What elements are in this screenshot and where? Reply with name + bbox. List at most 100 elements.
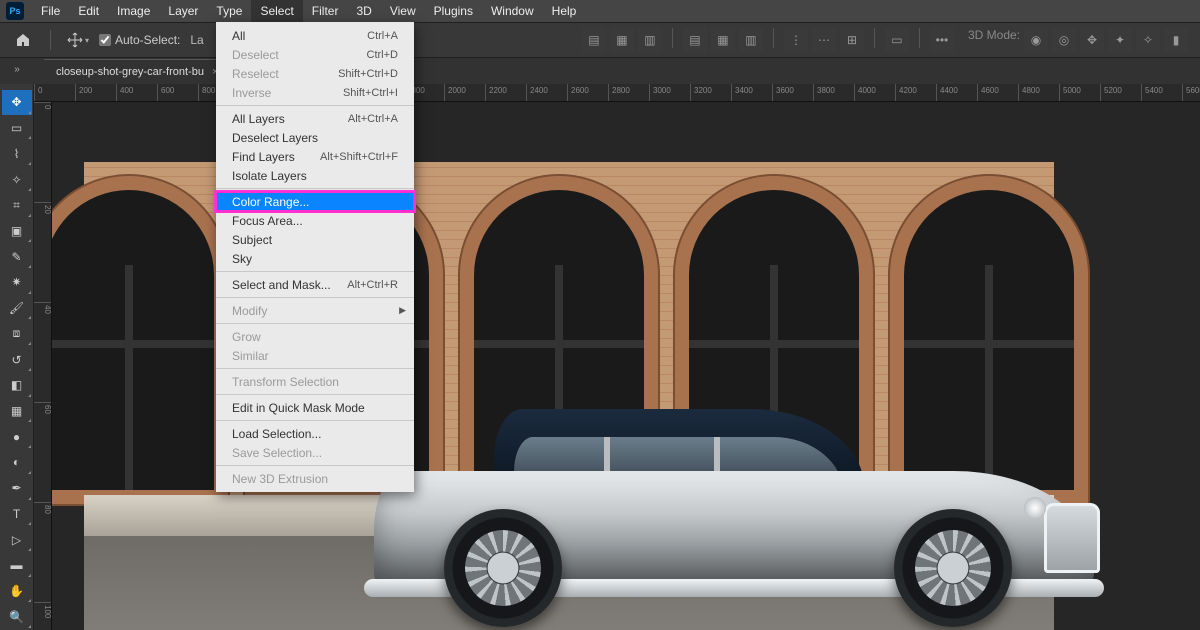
menuitem-shortcut: Ctrl+A — [367, 30, 398, 42]
align-vcenter-icon[interactable]: ▦ — [711, 28, 735, 52]
menuitem-focus-area[interactable]: Focus Area... — [216, 211, 414, 230]
3d-slide-icon[interactable]: ✦ — [1108, 28, 1132, 52]
menu-select[interactable]: Select — [251, 0, 302, 22]
tool-wand[interactable]: ✧ — [2, 167, 32, 192]
menuitem-select-and-mask[interactable]: Select and Mask...Alt+Ctrl+R — [216, 275, 414, 294]
menu-view[interactable]: View — [381, 0, 425, 22]
document-tab[interactable]: closeup-shot-grey-car-front-bu × — [44, 59, 230, 84]
ruler-tick: 3800 — [813, 84, 835, 102]
menu-edit[interactable]: Edit — [69, 0, 108, 22]
align-mode-icon[interactable]: ▭ — [885, 28, 909, 52]
menuitem-isolate-layers[interactable]: Isolate Layers — [216, 166, 414, 185]
separator — [773, 28, 774, 48]
tool-lasso[interactable]: ⌇ — [2, 141, 32, 166]
tool-path[interactable]: ▷ — [2, 527, 32, 552]
ruler-tick: 5200 — [1100, 84, 1122, 102]
menu-file[interactable]: File — [32, 0, 69, 22]
menu-3d[interactable]: 3D — [347, 0, 380, 22]
menuitem-deselect-layers[interactable]: Deselect Layers — [216, 128, 414, 147]
menuitem-label: Inverse — [232, 86, 271, 100]
menu-window[interactable]: Window — [482, 0, 543, 22]
tool-dodge[interactable]: ◐ — [2, 450, 32, 475]
menuitem-color-range[interactable]: Color Range... — [216, 192, 414, 211]
menuitem-label: Deselect — [232, 48, 279, 62]
menu-type[interactable]: Type — [207, 0, 251, 22]
menuitem-all[interactable]: AllCtrl+A — [216, 26, 414, 45]
distribute-h-icon[interactable]: ⋮ — [784, 28, 808, 52]
align-center-icon[interactable]: ▦ — [610, 28, 634, 52]
tool-type[interactable]: T — [2, 502, 32, 527]
distribute-icon[interactable]: ⊞ — [840, 28, 864, 52]
ruler-tick: 100 — [34, 602, 52, 618]
tool-blur[interactable]: ● — [2, 424, 32, 449]
align-bottom-icon[interactable]: ▥ — [739, 28, 763, 52]
align-top-icon[interactable]: ▤ — [683, 28, 707, 52]
menu-separator — [216, 297, 414, 298]
layer-dropdown[interactable]: La — [190, 33, 203, 47]
autoselect-input[interactable] — [99, 34, 111, 46]
ruler-tick: 2000 — [444, 84, 466, 102]
tool-eraser[interactable]: ◧ — [2, 373, 32, 398]
menu-filter[interactable]: Filter — [303, 0, 348, 22]
ruler-tick: 60 — [34, 402, 52, 414]
menubar: Ps FileEditImageLayerTypeSelectFilter3DV… — [0, 0, 1200, 22]
menu-separator — [216, 465, 414, 466]
3d-scale-icon[interactable]: ✧ — [1136, 28, 1160, 52]
tool-shape[interactable]: ▬ — [2, 553, 32, 578]
separator — [874, 28, 875, 48]
menuitem-label: Select and Mask... — [232, 278, 331, 292]
menuitem-load-selection[interactable]: Load Selection... — [216, 424, 414, 443]
menuitem-inverse: Inverse Shift+Ctrl+I — [216, 83, 414, 102]
menu-help[interactable]: Help — [543, 0, 586, 22]
autoselect-checkbox[interactable]: Auto-Select: — [99, 33, 180, 47]
distribute-v-icon[interactable]: ⋯ — [812, 28, 836, 52]
menu-plugins[interactable]: Plugins — [425, 0, 482, 22]
3d-camera-icon[interactable]: ▮ — [1164, 28, 1188, 52]
menuitem-shortcut: Shift+Ctrl+I — [343, 87, 398, 99]
menu-layer[interactable]: Layer — [159, 0, 207, 22]
menuitem-label: Color Range... — [232, 195, 309, 209]
ruler-tick: 3000 — [649, 84, 671, 102]
3d-roll-icon[interactable]: ◎ — [1052, 28, 1076, 52]
document-tabbar: closeup-shot-grey-car-front-bu × — [0, 58, 1200, 84]
menuitem-reselect: ReselectShift+Ctrl+D — [216, 64, 414, 83]
tool-zoom[interactable]: 🔍 — [2, 604, 32, 629]
tool-marquee[interactable]: ▭ — [2, 116, 32, 141]
more-icon[interactable]: ••• — [930, 28, 954, 52]
tool-move[interactable]: ✥ — [2, 90, 32, 115]
tool-heal[interactable]: ✷ — [2, 270, 32, 295]
menuitem-label: Grow — [232, 330, 261, 344]
menu-separator — [216, 420, 414, 421]
align-right-icon[interactable]: ▥ — [638, 28, 662, 52]
ruler-horizontal: 0200400600800100012001400160018002000220… — [34, 84, 1200, 102]
toolbar-collapse-icon[interactable]: » — [0, 58, 34, 80]
ruler-tick: 3600 — [772, 84, 794, 102]
menuitem-subject[interactable]: Subject — [216, 230, 414, 249]
menuitem-all-layers[interactable]: All LayersAlt+Ctrl+A — [216, 109, 414, 128]
tool-stamp[interactable]: ⧈ — [2, 321, 32, 346]
menuitem-find-layers[interactable]: Find LayersAlt+Shift+Ctrl+F — [216, 147, 414, 166]
tool-hand[interactable]: ✋ — [2, 579, 32, 604]
tool-history[interactable]: ↺ — [2, 347, 32, 372]
home-icon[interactable] — [12, 29, 34, 51]
menuitem-sky[interactable]: Sky — [216, 249, 414, 268]
menuitem-label: Modify — [232, 304, 267, 318]
3d-pan-icon[interactable]: ✥ — [1080, 28, 1104, 52]
tool-frame[interactable]: ▣ — [2, 219, 32, 244]
tool-gradient[interactable]: ▦ — [2, 399, 32, 424]
tool-eyedrop[interactable]: ✎ — [2, 244, 32, 269]
menuitem-save-selection: Save Selection... — [216, 443, 414, 462]
ruler-tick: 40 — [34, 302, 52, 314]
menuitem-edit-in-quick-mask-mode[interactable]: Edit in Quick Mask Mode — [216, 398, 414, 417]
3d-orbit-icon[interactable]: ◉ — [1024, 28, 1048, 52]
menuitem-shortcut: Shift+Ctrl+D — [338, 68, 398, 80]
tool-pen[interactable]: ✒ — [2, 476, 32, 501]
tool-crop[interactable]: ⌗ — [2, 193, 32, 218]
ruler-tick: 5400 — [1141, 84, 1163, 102]
menu-image[interactable]: Image — [108, 0, 159, 22]
align-left-icon[interactable]: ▤ — [582, 28, 606, 52]
ruler-tick: 0 — [34, 102, 52, 109]
move-tool-icon[interactable]: ▾ — [67, 29, 89, 51]
ruler-tick: 2200 — [485, 84, 507, 102]
tool-brush[interactable]: 🖌 — [2, 296, 32, 321]
